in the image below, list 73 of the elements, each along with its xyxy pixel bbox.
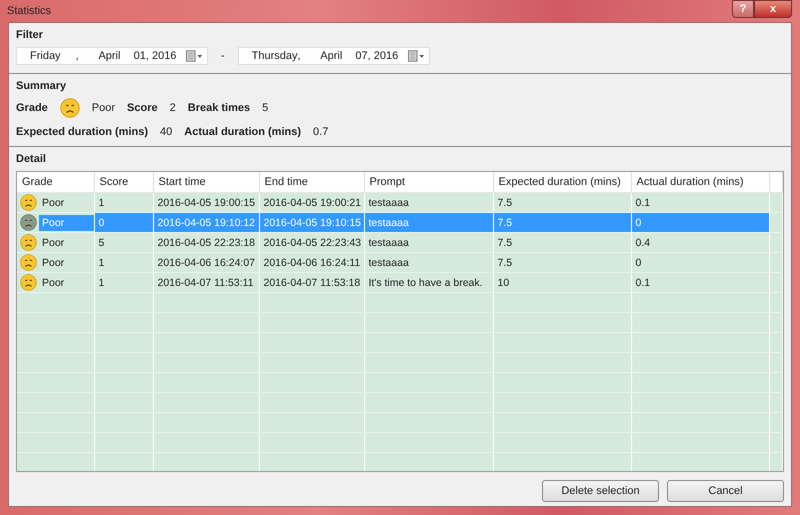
score-label: Score xyxy=(127,102,158,114)
sad-face-icon xyxy=(20,274,37,291)
table-cell: testaaaa xyxy=(368,256,409,268)
sad-face-icon xyxy=(20,254,37,271)
range-dash: - xyxy=(221,50,225,62)
expected-duration-label: Expected duration (mins) xyxy=(16,126,148,138)
table-cell-text: Poor xyxy=(41,236,66,250)
table-cell: 2016-04-05 22:23:18 xyxy=(158,236,255,248)
actual-duration-value: 0.7 xyxy=(313,126,328,138)
table-cell: testaaaa xyxy=(368,196,409,208)
table-row[interactable]: Poor 1 2016-04-07 11:53:11 2016-04-07 11:53:18 It's time to have a break. 10 0.1 xyxy=(17,272,782,292)
table-cell: 1 xyxy=(98,256,104,268)
calendar-dropdown-icon[interactable] xyxy=(408,50,425,62)
table-cell: 1 xyxy=(98,196,104,208)
column-header[interactable]: Start time xyxy=(153,172,259,192)
column-header[interactable]: Prompt xyxy=(364,172,493,192)
table-row[interactable]: Poor 1 2016-04-06 16:24:07 2016-04-06 16:24:11 testaaaa 7.5 0 xyxy=(17,252,782,272)
table-cell-text: Poor xyxy=(41,196,66,210)
grade-label: Grade xyxy=(16,102,48,114)
window-title: Statistics xyxy=(7,5,52,17)
table-cell: 7.5 xyxy=(498,196,512,208)
table-cell: 7.5 xyxy=(498,256,512,268)
table-cell: testaaaa xyxy=(368,236,409,248)
date-field[interactable]: Friday , April 01, 2016 xyxy=(16,47,208,65)
delete-selection-button[interactable]: Delete selection xyxy=(542,480,659,502)
table-cell: 2016-04-05 19:10:12 xyxy=(158,216,255,228)
table-cell: 2016-04-07 11:53:11 xyxy=(158,276,254,288)
close-button[interactable]: x xyxy=(754,0,792,18)
table-cell: 7.5 xyxy=(498,236,512,248)
break-times-label: Break times xyxy=(188,102,250,114)
sad-face-icon xyxy=(20,234,37,251)
table-cell: 1 xyxy=(98,276,104,288)
date-field[interactable]: Thursday, April 07, 2016 xyxy=(238,47,430,65)
table-cell: 2016-04-05 19:10:15 xyxy=(264,216,361,228)
table-cell: 2016-04-05 22:23:43 xyxy=(264,236,361,248)
actual-duration-label: Actual duration (mins) xyxy=(184,126,302,138)
table-cell: 0.1 xyxy=(636,196,650,208)
break-times-value: 5 xyxy=(262,102,268,114)
table-cell: 2016-04-05 19:00:15 xyxy=(158,196,255,208)
table-cell: 2016-04-06 16:24:07 xyxy=(158,256,255,268)
table-cell: 0.4 xyxy=(636,236,650,248)
table-cell: 0 xyxy=(636,256,642,268)
table-cell: 0 xyxy=(636,216,642,228)
table-cell-text: Poor xyxy=(41,256,66,270)
column-header[interactable]: Actual duration (mins) xyxy=(631,172,769,192)
score-value: 2 xyxy=(170,102,176,114)
column-header[interactable]: Score xyxy=(94,172,153,192)
sad-face-icon xyxy=(20,194,37,211)
column-header[interactable]: End time xyxy=(259,172,364,192)
table-cell: It's time to have a break. xyxy=(368,276,483,288)
table-cell-text: Poor xyxy=(41,276,66,290)
sad-face-icon xyxy=(20,214,37,231)
column-header[interactable]: Grade xyxy=(17,172,94,192)
table-cell: testaaaa xyxy=(368,216,409,228)
table-cell: 10 xyxy=(498,276,510,288)
table-cell: 0.1 xyxy=(636,276,650,288)
table-cell: 2016-04-06 16:24:11 xyxy=(264,256,360,268)
table-cell: 5 xyxy=(98,236,104,248)
table-cell: 7.5 xyxy=(498,216,512,228)
table-cell: 2016-04-07 11:53:18 xyxy=(264,276,360,288)
table-row[interactable]: Poor 5 2016-04-05 22:23:18 2016-04-05 22:23:43 testaaaa 7.5 0.4 xyxy=(17,232,782,252)
sad-face-icon xyxy=(60,98,80,118)
section-title: Summary xyxy=(16,80,68,92)
grade-value: Poor xyxy=(92,102,116,114)
expected-duration-value: 40 xyxy=(160,126,172,138)
table-cell: 2016-04-05 19:00:21 xyxy=(264,196,361,208)
column-header[interactable]: Expected duration (mins) xyxy=(493,172,631,192)
section-title: Filter xyxy=(16,29,44,41)
cancel-button[interactable]: Cancel xyxy=(667,480,784,502)
section-title: Detail xyxy=(16,153,47,165)
calendar-dropdown-icon[interactable] xyxy=(186,50,203,62)
table-cell: 0 xyxy=(98,216,104,228)
table-cell: Poor xyxy=(39,214,94,230)
